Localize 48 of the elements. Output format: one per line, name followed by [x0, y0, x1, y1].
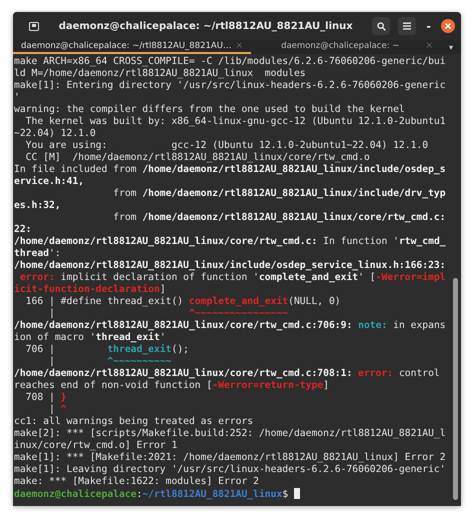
terminal-line: 22: — [14, 224, 32, 236]
terminal-line: ld M=/home/daemonz/rtl8812AU_8821AU_linux modules — [14, 68, 307, 80]
window-title: daemonz@chalicepalace: ~/rtl8812AU_8821AU_linux — [58, 20, 354, 32]
terminal-line: 708 | } — [24, 392, 68, 404]
tab-menu-button[interactable]: ▾ — [440, 40, 461, 54]
terminal-line: CC [M] /home/daemonz/rtl8812AU_8821AU_linux/core/rtw_cmd.o — [24, 152, 371, 164]
minimize-button[interactable]: - — [424, 20, 433, 32]
terminal-line: make[1]: Entering directory '/usr/src/linux-headers-6.2.6-76060206-generic — [14, 80, 447, 92]
terminal-line: /home/daemonz/rtl8812AU_8821AU_linux/include/osdep_service_linux.h:166:23: — [14, 260, 447, 272]
terminal-line: make: *** [Makefile:1622: modules] Error 2 — [14, 476, 260, 488]
terminal-line: 706 | thread_exit(); — [24, 344, 190, 356]
terminal-line: es.h:32, — [14, 200, 62, 212]
terminal-line: | ^~~~~~~~~~~ — [48, 356, 172, 368]
terminal-line: ervice.h:41, — [14, 176, 85, 188]
terminal-line: In file included from /home/daemonz/rtl8812AU_8821AU_linux/include/osdep_s — [14, 164, 447, 176]
terminal-line: from /home/daemonz/rtl8812AU_8821AU_linux/core/rtw_cmd.c: — [112, 212, 447, 224]
terminal-line: | ^~~~~~~~~~~~~~~~~ — [48, 308, 290, 320]
terminal-tab[interactable]: daemonz@chalicepalace: ~/rtl8812AU_8821AU… — [21, 41, 232, 51]
terminal-line: reaches end of non-void function [-Werror=return-type] — [14, 380, 330, 392]
terminal-line: ~22.04) 12.1.0 — [14, 128, 97, 140]
terminal-line: make ARCH=x86_64 CROSS_COMPILE= -C /lib/modules/6.2.6-76060206-generic/bui — [14, 56, 447, 68]
terminal-line: make[1]: Leaving directory '/usr/src/linux-headers-6.2.6-76060206-generic' — [14, 464, 447, 476]
terminal-line: You are using: gcc-12 (Ubuntu 12.1.0-2ubuntu1~22.04) 12.1.0 — [24, 140, 430, 152]
terminal-line: error: implicit declaration of function 'complete_and_exit' [-Werror=impl — [18, 272, 447, 284]
terminal-line: ' — [14, 92, 21, 104]
search-icon — [376, 22, 386, 30]
menu-icon — [403, 22, 412, 30]
terminal-line: cc1: all warnings being treated as errors — [14, 416, 254, 428]
terminal-tab[interactable]: daemonz@chalicepalace: ~ — [259, 41, 422, 51]
terminal-line: daemonz@chalicepalace:~/rtl8812AU_8821AU_linux$ — [14, 488, 453, 500]
terminal-line: /home/daemonz/rtl8812AU_8821AU_linux/core/rtw_cmd.c: In function 'rtw_cmd_ — [14, 236, 447, 248]
new-tab-icon[interactable] — [29, 22, 39, 30]
close-icon[interactable] — [441, 19, 455, 33]
terminal-line: The kernel was built by: x86_64-linux-gnu-gcc-12 (Ubuntu 12.1.0-2ubuntu1 — [24, 116, 447, 128]
terminal-line: from /home/daemonz/rtl8812AU_8821AU_linux/include/drv_typ — [112, 188, 447, 200]
terminal-line: make[1]: *** [Makefile:2021: /home/daemonz/rtl8812AU_8821AU_linux] Error 2 — [14, 452, 447, 464]
terminal-line: warning: the compiler differs from the one used to build the kernel — [14, 104, 406, 116]
terminal-line: icit-function-declaration] — [14, 284, 167, 296]
terminal-line: make[2]: *** [scripts/Makefile.build:252: /home/daemonz/rtl8812AU_8821AU_l — [14, 428, 447, 440]
terminal-line: 166 | #define thread_exit() complete_and_exit(NULL, 0) — [24, 296, 342, 308]
terminal-line: thread': — [14, 248, 62, 260]
menu-button[interactable] — [398, 17, 416, 35]
terminal-line: ion of macro 'thread_exit' — [14, 332, 167, 344]
terminal-line: | ^ — [48, 404, 68, 416]
search-button[interactable] — [372, 17, 390, 35]
terminal-line: inux/core/rtw_cmd.o] Error 1 — [14, 440, 178, 452]
terminal-line: /home/daemonz/rtl8812AU_8821AU_linux/core/rtw_cmd.c:706:9: note: in expans — [14, 320, 447, 332]
terminal-line: /home/daemonz/rtl8812AU_8821AU_linux/core/rtw_cmd.c:708:1: error: control — [14, 368, 441, 380]
